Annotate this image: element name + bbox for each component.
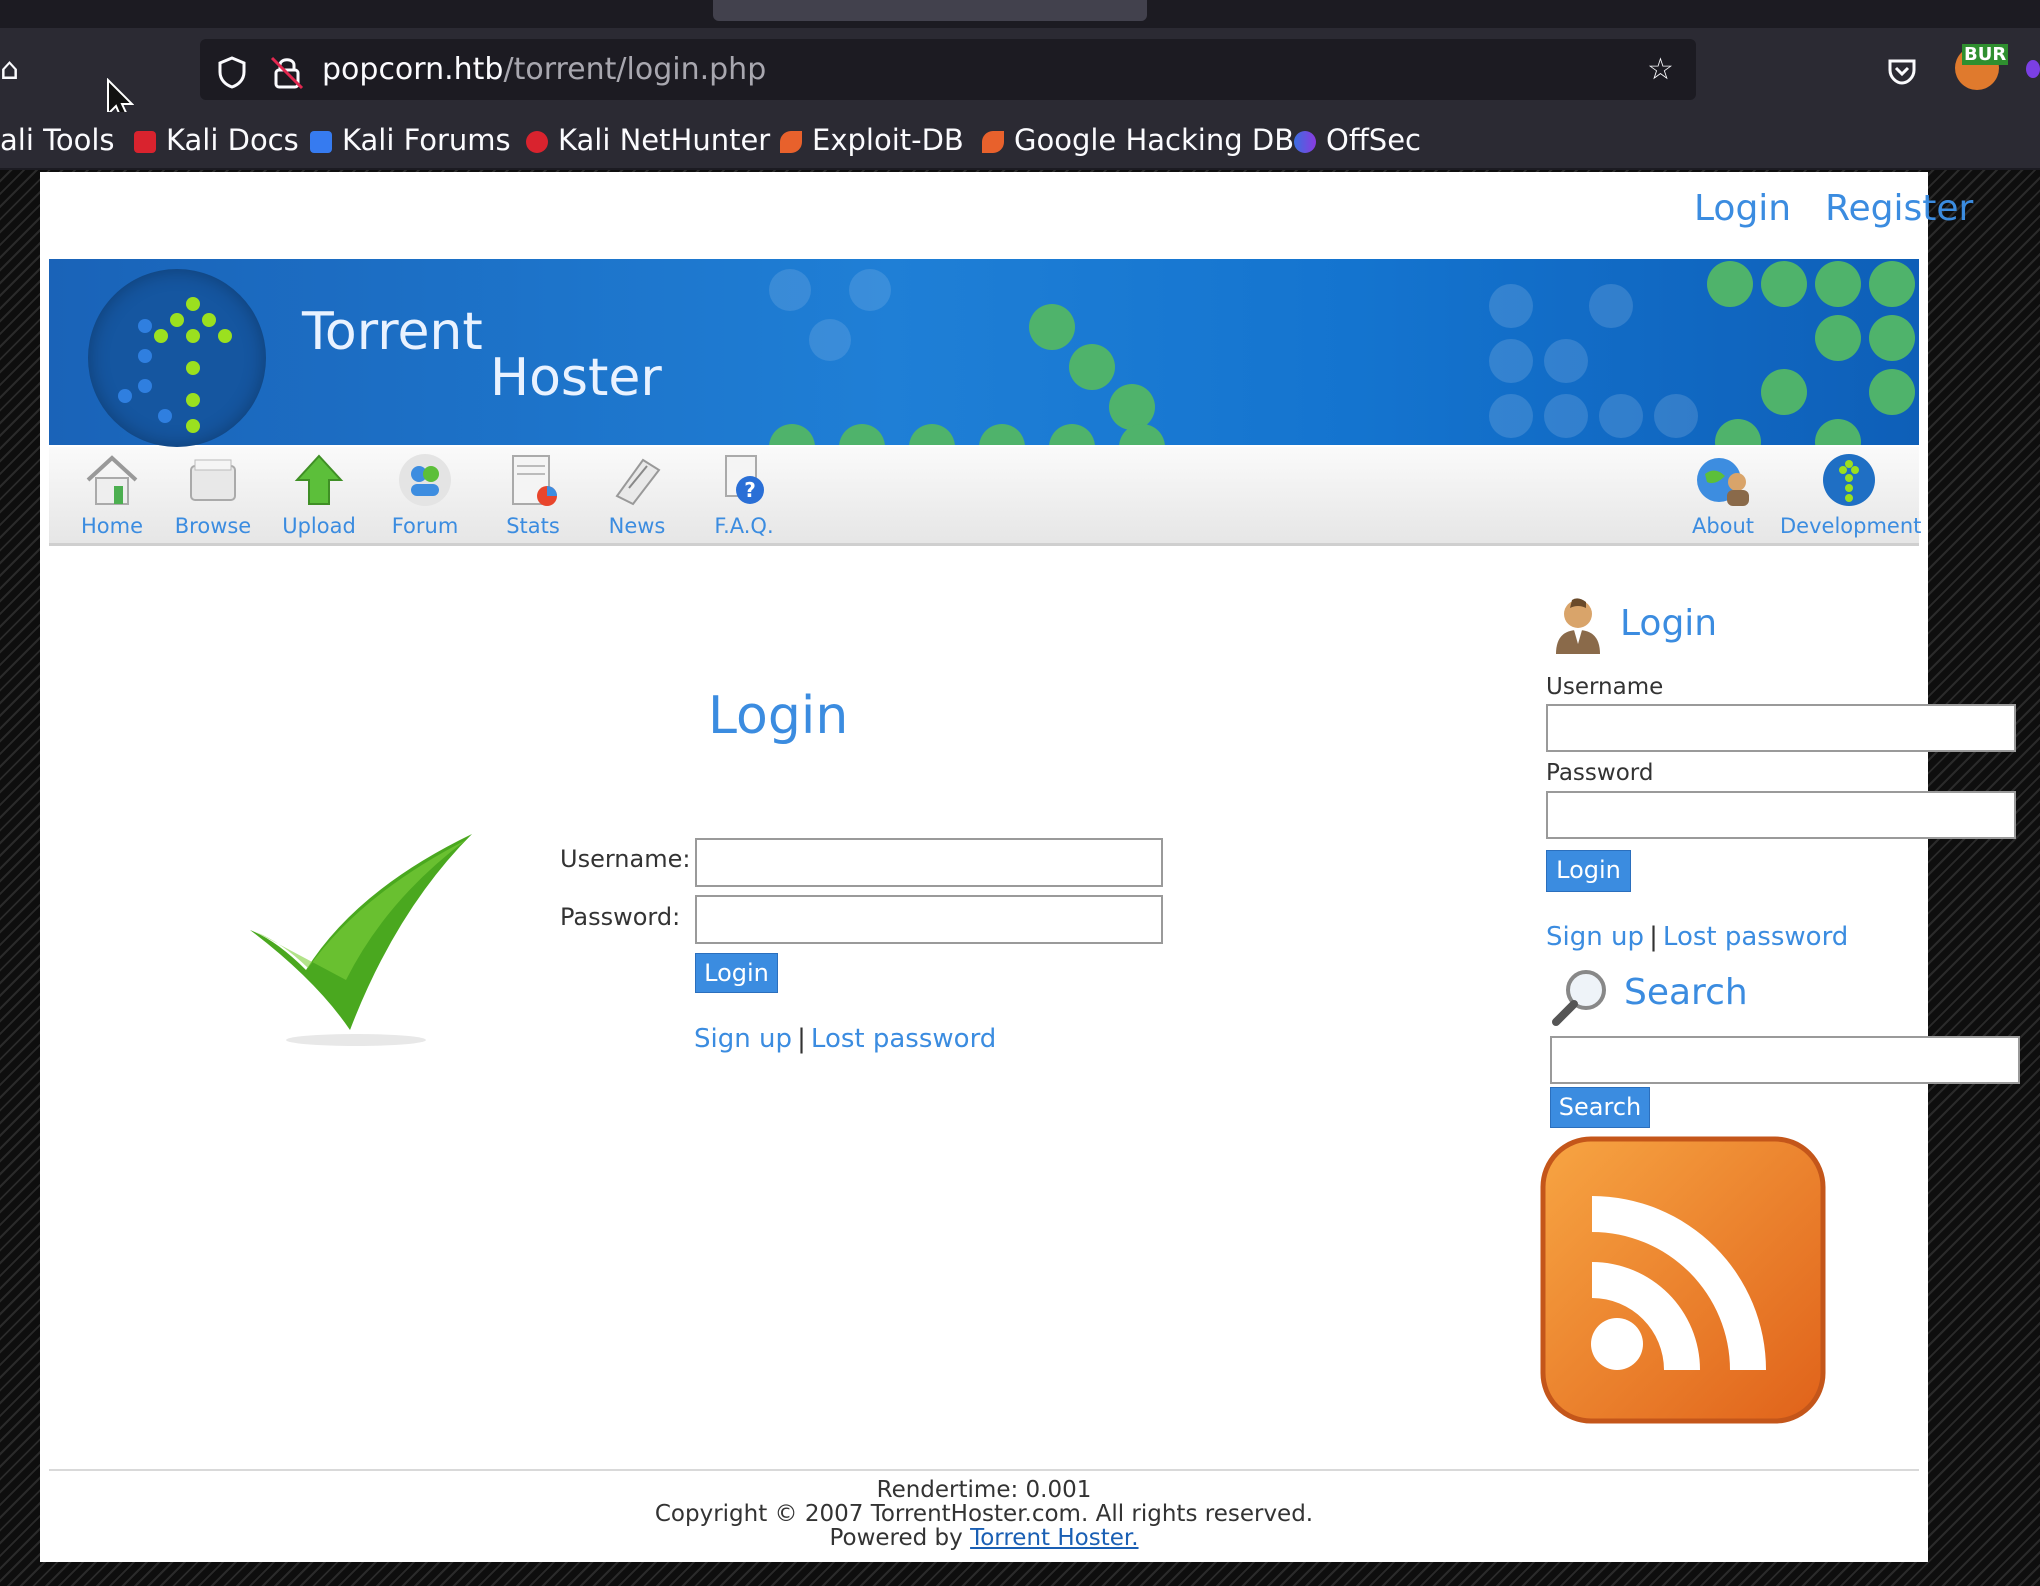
sidebar-password-label: Password bbox=[1546, 760, 1654, 786]
footer-powered-by: Powered by Torrent Hoster. bbox=[40, 1525, 1928, 1551]
nav-upload-label: Upload bbox=[282, 514, 356, 538]
nav-development-label: Development bbox=[1780, 514, 1922, 538]
bookmark-kali-nethunter[interactable]: Kali NetHunter bbox=[526, 122, 770, 158]
url-host: popcorn.htb bbox=[322, 52, 504, 87]
nav-forum-label: Forum bbox=[391, 514, 459, 538]
banner-title-torrent: Torrent bbox=[302, 302, 483, 362]
lost-password-link[interactable]: Lost password bbox=[811, 1024, 996, 1054]
nav-about-label: About bbox=[1691, 514, 1755, 538]
nav-faq[interactable]: ? F.A.Q. bbox=[688, 452, 800, 538]
nav-home[interactable]: Home bbox=[64, 452, 160, 538]
footer-copyright: Copyright © 2007 TorrentHoster.com. All … bbox=[654, 1501, 1314, 1527]
pocket-icon[interactable] bbox=[1887, 56, 1917, 86]
bookmark-label: Google Hacking DB bbox=[1014, 123, 1295, 157]
bookmark-kali-docs[interactable]: Kali Docs bbox=[134, 122, 299, 158]
nav-home-label: Home bbox=[80, 514, 143, 538]
bookmark-label: Kali Docs bbox=[166, 123, 299, 157]
extension-icon[interactable] bbox=[2026, 60, 2040, 78]
kali-nethunter-icon bbox=[526, 131, 548, 153]
url-path: /torrent/login.php bbox=[503, 52, 767, 87]
nav-about[interactable]: About bbox=[1668, 452, 1778, 538]
page-title: Login bbox=[708, 686, 849, 746]
kali-forums-icon bbox=[310, 131, 332, 153]
username-label: Username: bbox=[560, 845, 691, 873]
search-magnifier-icon bbox=[1552, 970, 1606, 1026]
sidebar-login-heading: Login bbox=[1620, 603, 1718, 644]
insecure-lock-icon[interactable] bbox=[270, 54, 304, 90]
site-logo-icon bbox=[88, 269, 266, 447]
nav-development[interactable]: Development bbox=[1780, 452, 1922, 538]
top-login-link[interactable]: Login bbox=[1694, 188, 1791, 229]
svg-text:?: ? bbox=[744, 478, 756, 502]
shield-icon[interactable] bbox=[216, 55, 248, 89]
bookmark-label: Kali NetHunter bbox=[558, 123, 771, 157]
sidebar-username-label: Username bbox=[1546, 674, 1664, 700]
extension-badge: BUR bbox=[1962, 44, 2009, 65]
home-icon[interactable]: ⌂ bbox=[0, 50, 19, 90]
faq-help-icon: ? bbox=[725, 455, 764, 504]
torrent-hoster-link[interactable]: Torrent Hoster. bbox=[970, 1525, 1138, 1551]
news-newspaper-icon bbox=[615, 458, 661, 506]
bookmark-label: Kali Forums bbox=[342, 123, 511, 157]
username-input[interactable] bbox=[695, 838, 1163, 887]
sidebar-login-button[interactable]: Login bbox=[1546, 850, 1631, 892]
user-icon bbox=[1556, 598, 1600, 654]
footer-divider bbox=[49, 1469, 1919, 1471]
offsec-icon bbox=[1294, 131, 1316, 153]
stats-chart-icon bbox=[512, 455, 557, 506]
home-icon bbox=[86, 455, 138, 505]
nav-stats-label: Stats bbox=[506, 514, 560, 538]
search-input[interactable] bbox=[1550, 1036, 2020, 1084]
bookmark-google-hacking-db[interactable]: Google Hacking DB bbox=[982, 122, 1294, 158]
about-globe-person-icon bbox=[1697, 458, 1749, 506]
forum-users-icon bbox=[399, 454, 451, 506]
rss-feed-icon[interactable] bbox=[1540, 1136, 1826, 1424]
search-button[interactable]: Search bbox=[1550, 1087, 1650, 1128]
bookmark-kali-forums[interactable]: Kali Forums bbox=[310, 122, 511, 158]
sidebar-search-heading: Search bbox=[1624, 972, 1748, 1013]
link-separator: | bbox=[1649, 922, 1658, 952]
password-input[interactable] bbox=[695, 895, 1163, 944]
bookmark-label: OffSec bbox=[1326, 123, 1422, 157]
top-links: Login Register bbox=[1660, 188, 1973, 229]
sidebar-username-input[interactable] bbox=[1546, 704, 2016, 752]
nav-forum[interactable]: Forum bbox=[370, 452, 480, 538]
nav-browse[interactable]: Browse bbox=[158, 452, 268, 538]
browse-icon bbox=[190, 459, 236, 501]
banner-title-hoster: Hoster bbox=[490, 348, 662, 408]
footer-rendertime: Rendertime: 0.001 bbox=[876, 1477, 1092, 1503]
bookmark-exploit-db[interactable]: Exploit-DB bbox=[780, 122, 964, 158]
development-logo-icon bbox=[1823, 454, 1875, 506]
nav-news[interactable]: News bbox=[582, 452, 692, 538]
success-checkmark-icon bbox=[250, 834, 472, 1046]
kali-docs-icon bbox=[134, 131, 156, 153]
exploit-db-icon bbox=[780, 131, 802, 153]
nav-news-label: News bbox=[608, 514, 666, 538]
bookmark-kali-tools[interactable]: ali Tools bbox=[0, 122, 115, 158]
nav-browse-label: Browse bbox=[174, 514, 252, 538]
active-tab[interactable] bbox=[713, 0, 1147, 21]
bookmark-label: ali Tools bbox=[0, 123, 115, 157]
sidebar-signup-link[interactable]: Sign up bbox=[1546, 922, 1644, 952]
nav-faq-label: F.A.Q. bbox=[714, 514, 774, 538]
upload-arrow-icon bbox=[294, 454, 344, 505]
login-button[interactable]: Login bbox=[695, 953, 778, 993]
sidebar-lost-password-link[interactable]: Lost password bbox=[1663, 922, 1848, 952]
bookmark-offsec[interactable]: OffSec bbox=[1294, 122, 1421, 158]
url-text[interactable]: popcorn.htb/torrent/login.php bbox=[322, 50, 766, 90]
main-login-links: Sign up | Lost password bbox=[694, 1024, 996, 1054]
password-label: Password: bbox=[560, 903, 681, 931]
powered-by-prefix: Powered by bbox=[829, 1525, 963, 1551]
sidebar-password-input[interactable] bbox=[1546, 791, 2016, 839]
top-register-link[interactable]: Register bbox=[1825, 188, 1973, 229]
link-separator: | bbox=[797, 1024, 806, 1054]
nav-stats[interactable]: Stats bbox=[478, 452, 588, 538]
bookmark-label: Exploit-DB bbox=[812, 123, 964, 157]
signup-link[interactable]: Sign up bbox=[694, 1024, 792, 1054]
google-hacking-db-icon bbox=[982, 131, 1004, 153]
bookmark-star-icon[interactable]: ☆ bbox=[1647, 50, 1674, 90]
sidebar-login-links: Sign up | Lost password bbox=[1546, 922, 1848, 952]
nav-upload[interactable]: Upload bbox=[266, 452, 372, 538]
